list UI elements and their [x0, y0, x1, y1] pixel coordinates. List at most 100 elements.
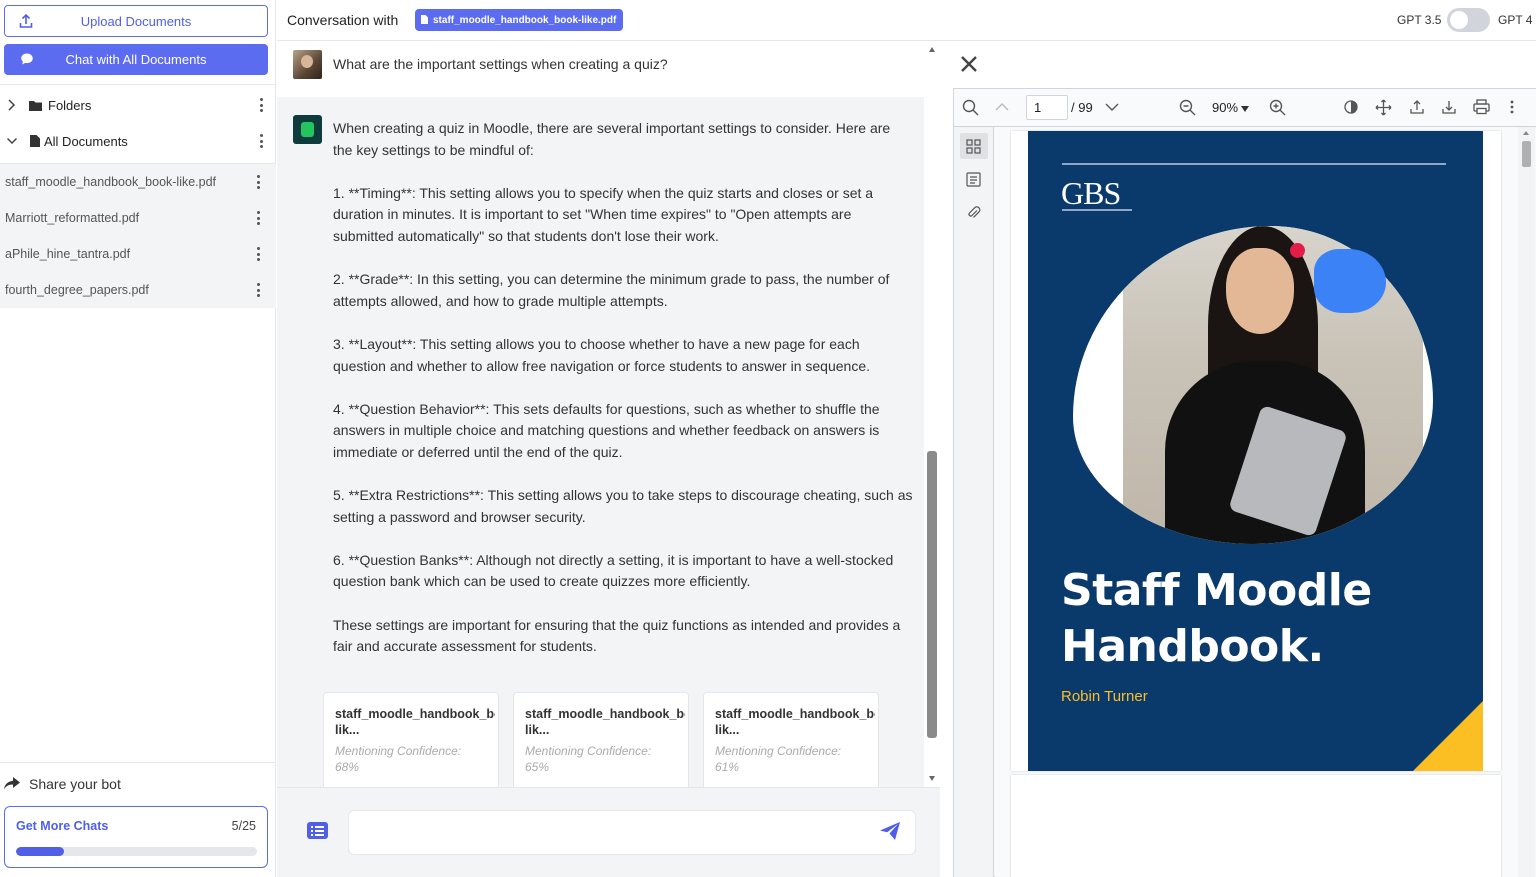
upload-documents-label: Upload Documents: [80, 13, 192, 29]
document-item[interactable]: aPhile_hine_tantra.pdf: [0, 236, 276, 272]
scroll-up-icon[interactable]: [929, 47, 935, 52]
all-documents-label: All Documents: [44, 134, 128, 149]
answer-paragraph: These settings are important for ensurin…: [333, 616, 901, 655]
thumbnails-icon[interactable]: [966, 139, 981, 159]
toggle-knob: [1450, 11, 1468, 29]
theme-icon[interactable]: [1343, 99, 1359, 120]
app: Upload Documents Chat with All Documents…: [0, 0, 1536, 877]
answer-paragraph: 6. **Question Banks**: Although not dire…: [333, 551, 894, 590]
source-title-cont: lik...: [525, 723, 550, 737]
cover-title: Staff Moodle Handbook.: [1061, 563, 1372, 675]
get-more-chats-label[interactable]: Get More Chats: [16, 819, 108, 833]
model-toggle[interactable]: [1447, 8, 1490, 32]
scroll-thumb[interactable]: [927, 451, 937, 738]
answer-paragraph: 4. **Question Behavior**: This sets defa…: [333, 400, 880, 460]
document-menu-icon[interactable]: [256, 247, 260, 261]
zoom-in-icon[interactable]: [1269, 99, 1286, 121]
caret-down-icon: [1241, 105, 1250, 112]
answer-paragraph: 3. **Layout**: This setting allows you t…: [333, 335, 870, 374]
source-card[interactable]: staff_moodle_handbook_book- lik... Menti…: [323, 692, 499, 787]
attachment-icon[interactable]: [966, 205, 981, 225]
tree-row-folders[interactable]: Folders: [0, 87, 276, 123]
upload-icon: [19, 13, 33, 32]
user-message: What are the important settings when cre…: [277, 42, 924, 97]
cover-logo: GBS: [1061, 175, 1121, 211]
document-menu-icon[interactable]: [256, 211, 260, 225]
chat-count: 5/25: [231, 819, 256, 833]
pdf-page: GBS Staff Moodle Handbook. Robin Turner: [1011, 131, 1501, 771]
upload-documents-button[interactable]: Upload Documents: [4, 5, 268, 37]
chevron-down-icon[interactable]: [6, 134, 18, 151]
sidebar: Upload Documents Chat with All Documents…: [0, 0, 276, 877]
cover-blue-shape: [1314, 249, 1386, 313]
share-bot-button[interactable]: Share your bot: [0, 762, 276, 804]
folders-menu-icon[interactable]: [259, 98, 263, 112]
scroll-thumb[interactable]: [1522, 141, 1531, 167]
chat-with-all-documents-button[interactable]: Chat with All Documents: [4, 44, 268, 75]
next-page-icon[interactable]: [1104, 99, 1120, 120]
header: Conversation with staff_moodle_handbook_…: [277, 0, 1536, 41]
pdf-toolbar: 1 / 99 90%: [954, 89, 1536, 127]
pdf-panel: 1 / 99 90% GBS Staff Moodle Handbook. Ro…: [940, 42, 1536, 877]
document-item[interactable]: fourth_degree_papers.pdf: [0, 272, 276, 308]
zoom-value: 90%: [1212, 100, 1239, 115]
chat-usage-progress: [16, 847, 257, 856]
source-title: staff_moodle_handbook_book-: [715, 707, 875, 721]
bot-avatar: [293, 115, 322, 144]
send-icon[interactable]: [880, 822, 900, 845]
more-vertical-icon[interactable]: [1510, 99, 1514, 120]
folders-label: Folders: [48, 98, 92, 113]
pdf-viewer: 1 / 99 90% GBS Staff Moodle Handbook. Ro…: [953, 88, 1536, 877]
folder-icon: [29, 99, 42, 114]
document-menu-icon[interactable]: [256, 175, 260, 189]
get-more-chats-card[interactable]: Get More Chats 5/25: [4, 806, 268, 868]
pdf-scrollbar[interactable]: [1518, 127, 1535, 877]
zoom-out-icon[interactable]: [1179, 99, 1196, 121]
document-menu-icon[interactable]: [256, 283, 260, 297]
pdf-page-area[interactable]: GBS Staff Moodle Handbook. Robin Turner: [995, 127, 1536, 877]
close-icon[interactable]: [960, 54, 978, 78]
download-icon[interactable]: [1441, 99, 1457, 120]
pan-icon[interactable]: [1375, 99, 1392, 121]
document-item[interactable]: staff_moodle_handbook_book-like.pdf: [0, 164, 276, 200]
document-name: Marriott_reformatted.pdf: [5, 211, 140, 225]
tree-row-all-documents[interactable]: All Documents: [0, 123, 276, 159]
search-icon[interactable]: [962, 99, 979, 121]
source-confidence-value: 68%: [335, 760, 360, 774]
page-number-input[interactable]: 1: [1026, 95, 1068, 120]
document-name: aPhile_hine_tantra.pdf: [5, 247, 131, 261]
chat-scrollbar[interactable]: [924, 42, 940, 787]
cover-rule: [1062, 163, 1446, 165]
cover-red-dot: [1290, 243, 1305, 258]
scroll-down-icon[interactable]: [929, 776, 935, 781]
active-file-chip[interactable]: staff_moodle_handbook_book-like.pdf: [415, 9, 624, 31]
document-item[interactable]: Marriott_reformatted.pdf: [0, 200, 276, 236]
all-documents-menu-icon[interactable]: [259, 134, 263, 148]
previous-page-icon[interactable]: [994, 99, 1010, 120]
source-title-cont: lik...: [335, 723, 360, 737]
page-total: / 99: [1071, 100, 1093, 115]
source-card[interactable]: staff_moodle_handbook_book- lik... Menti…: [703, 692, 879, 787]
chevron-right-icon[interactable]: [6, 98, 16, 115]
cover-logo-underline: [1062, 209, 1132, 211]
user-avatar: [293, 50, 322, 79]
source-confidence-label: Mentioning Confidence:: [715, 744, 842, 758]
print-icon[interactable]: [1473, 99, 1490, 120]
prompt-list-icon[interactable]: [307, 822, 328, 844]
pdf-page: [1011, 775, 1501, 877]
zoom-select[interactable]: 90%: [1212, 100, 1250, 115]
cover-title-line1: Staff Moodle: [1061, 565, 1372, 616]
cover-author: Robin Turner: [1061, 688, 1148, 705]
document-name: staff_moodle_handbook_book-like.pdf: [5, 175, 217, 189]
chat-thread: What are the important settings when cre…: [277, 42, 924, 787]
upload-file-icon[interactable]: [1409, 99, 1425, 120]
message-input[interactable]: [348, 810, 916, 855]
share-bot-label: Share your bot: [29, 776, 121, 792]
outline-icon[interactable]: [966, 172, 981, 192]
source-card[interactable]: staff_moodle_handbook_book- lik... Menti…: [513, 692, 689, 787]
source-title: staff_moodle_handbook_book-: [335, 707, 495, 721]
scroll-up-icon[interactable]: [1523, 131, 1529, 135]
source-confidence-label: Mentioning Confidence:: [335, 744, 462, 758]
document-list: staff_moodle_handbook_book-like.pdf Marr…: [0, 164, 276, 308]
source-confidence-label: Mentioning Confidence:: [525, 744, 652, 758]
